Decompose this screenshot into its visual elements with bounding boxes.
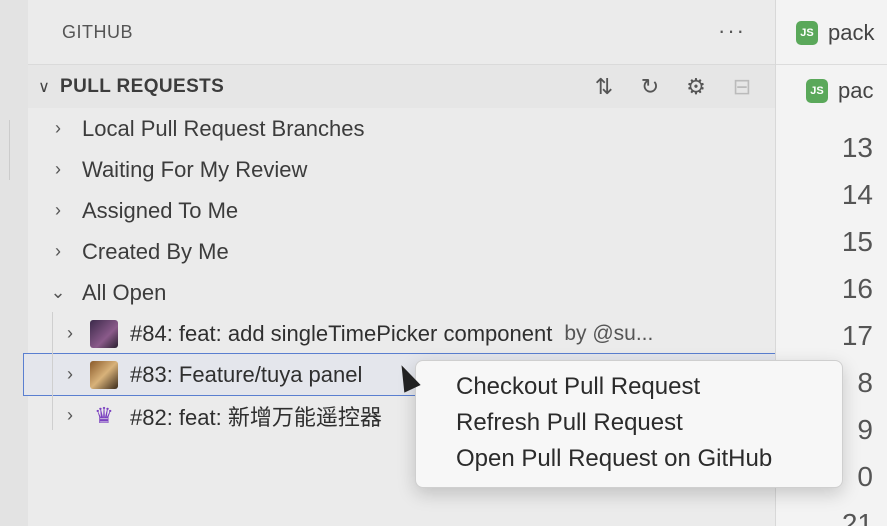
section-label: PULL REQUESTS [60, 75, 225, 97]
more-actions-icon[interactable]: ··· [718, 18, 746, 44]
line-number: 9 [857, 414, 873, 445]
pull-request-title: #82: feat: 新增万能遥控器 [130, 404, 382, 430]
menu-item-open-on-github[interactable]: Open Pull Request on GitHub [416, 441, 842, 477]
line-number: 17 [841, 320, 873, 351]
line-number: 8 [857, 367, 873, 398]
tree-item-all-open[interactable]: ⌄ All Open [28, 272, 775, 313]
chevron-right-icon: › [55, 241, 61, 261]
tree-item-label: Waiting For My Review [82, 156, 308, 182]
context-menu: Checkout Pull Request Refresh Pull Reque… [415, 360, 843, 488]
tree-item-label: Local Pull Request Branches [82, 115, 365, 141]
gear-icon[interactable]: ⚙ [682, 73, 710, 101]
chevron-down-icon: ∨ [38, 78, 50, 96]
chevron-right-icon: › [55, 118, 61, 138]
menu-item-refresh[interactable]: Refresh Pull Request [416, 405, 842, 441]
nodejs-icon: JS [796, 21, 818, 45]
tree-item-local-branches[interactable]: › Local Pull Request Branches [28, 108, 775, 149]
tree-item-label: Assigned To Me [82, 197, 239, 223]
line-number: 0 [857, 461, 873, 492]
line-number: 21 [841, 508, 873, 526]
line-number-gutter: 13 14 15 16 17 8 9 0 21 [842, 120, 873, 526]
view-title: GITHUB [62, 21, 134, 42]
editor-tab[interactable]: JS pack [796, 20, 874, 46]
divider [776, 64, 887, 65]
tree-item-label: Created By Me [82, 238, 229, 264]
section-actions: ⇅ ↻ ⚙ ⊟ [590, 73, 756, 101]
line-number: 14 [841, 179, 873, 210]
tree-item-assigned-to-me[interactable]: › Assigned To Me [28, 190, 775, 231]
chevron-right-icon: › [67, 364, 73, 384]
create-pull-request-icon[interactable]: ⇅ [590, 73, 618, 101]
pull-request-title: #84: feat: add singleTimePicker componen… [130, 320, 553, 346]
breadcrumb[interactable]: JS pac [806, 78, 873, 104]
pull-requests-section-header[interactable]: ∨ PULL REQUESTS ⇅ ↻ ⚙ ⊟ [28, 64, 775, 108]
refresh-icon[interactable]: ↻ [636, 73, 664, 101]
line-number: 16 [841, 273, 873, 304]
line-number: 13 [841, 132, 873, 163]
tree-indent-guide [52, 312, 53, 430]
pull-request-author: by @su... [564, 321, 654, 345]
breadcrumb-label: pac [838, 78, 874, 103]
menu-item-checkout[interactable]: Checkout Pull Request [416, 369, 842, 405]
line-number: 15 [841, 226, 873, 257]
avatar: ♛ [94, 402, 114, 428]
avatar [90, 360, 118, 389]
activity-bar-edge [0, 0, 28, 526]
tab-label: pack [828, 20, 875, 45]
view-header: GITHUB ··· [28, 0, 775, 64]
avatar [90, 319, 118, 348]
tree-item-waiting-for-review[interactable]: › Waiting For My Review [28, 149, 775, 190]
chevron-right-icon: › [67, 323, 73, 343]
chevron-right-icon: › [55, 200, 61, 220]
tree-item-created-by-me[interactable]: › Created By Me [28, 231, 775, 272]
chevron-right-icon: › [67, 405, 73, 425]
divider [0, 120, 10, 180]
nodejs-icon: JS [806, 79, 828, 103]
chevron-down-icon: ⌄ [50, 282, 66, 302]
pull-request-item[interactable]: › #84: feat: add singleTimePicker compon… [28, 313, 775, 354]
pull-request-title: #83: Feature/tuya panel [130, 361, 363, 387]
tree-item-label: All Open [82, 279, 167, 305]
chevron-right-icon: › [55, 159, 61, 179]
collapse-all-icon[interactable]: ⊟ [728, 73, 756, 101]
